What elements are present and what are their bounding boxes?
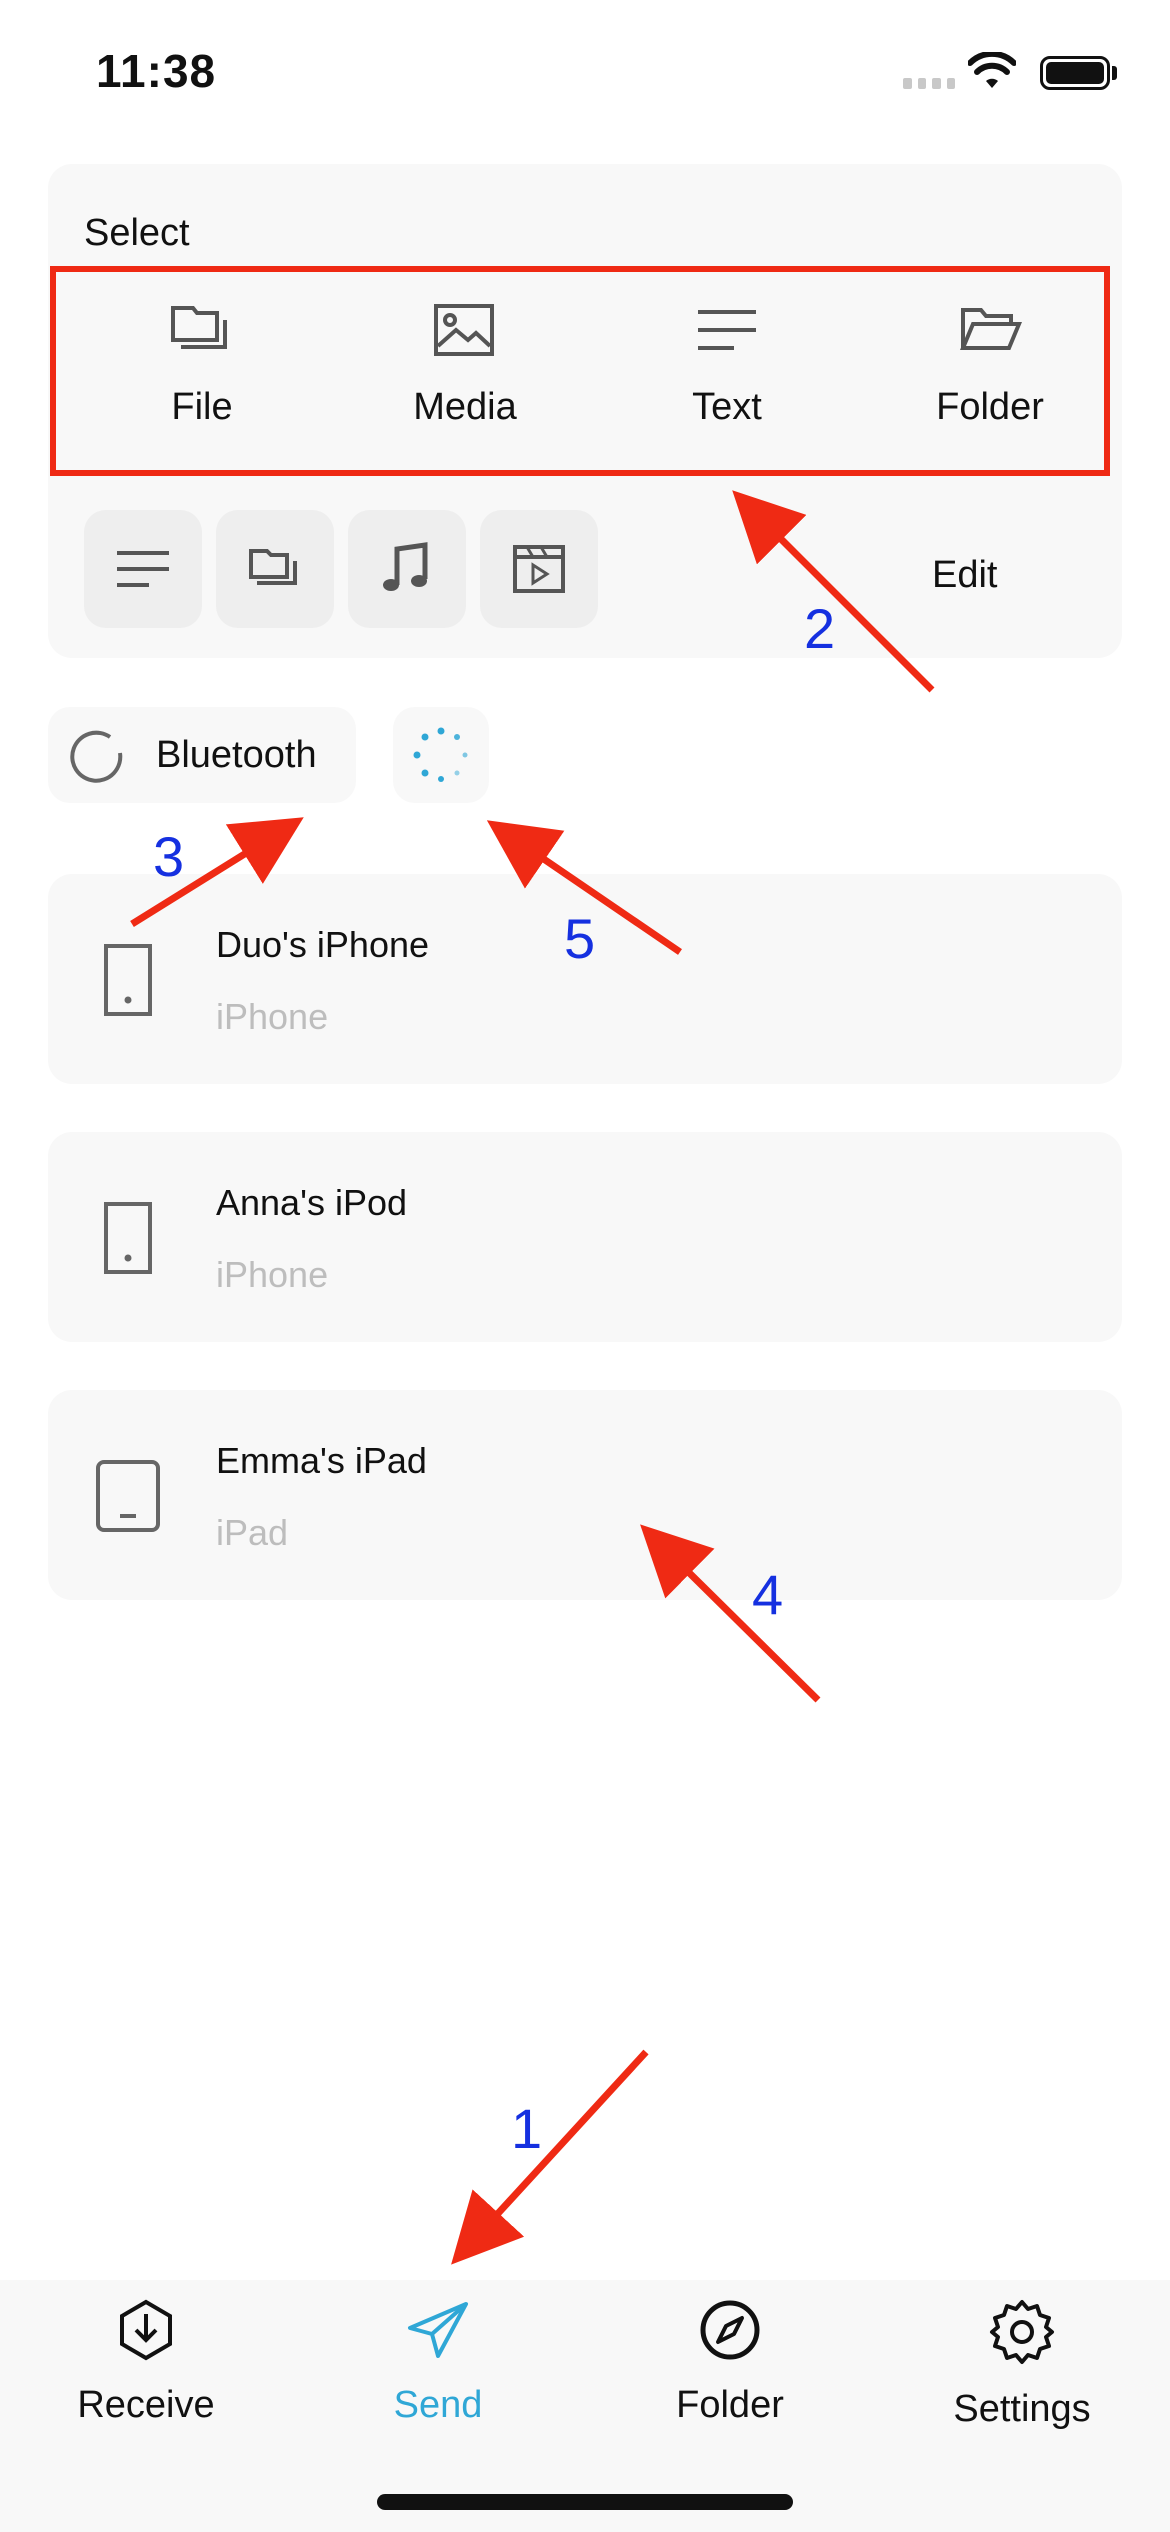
annotation-number-2: 2 xyxy=(804,597,836,660)
compass-icon xyxy=(700,2300,760,2360)
tab-send-label: Send xyxy=(393,2384,483,2426)
home-indicator xyxy=(377,2494,793,2510)
annotation-arrow-4 xyxy=(640,1524,821,1703)
annotation-arrow-1 xyxy=(451,2049,649,2265)
annotation-number-1: 1 xyxy=(511,2097,543,2160)
receive-icon xyxy=(120,2299,172,2361)
tab-receive[interactable]: Receive xyxy=(21,2298,271,2427)
annotation-arrows xyxy=(130,490,935,2265)
tab-receive-label: Receive xyxy=(77,2384,215,2426)
annotation-number-3: 3 xyxy=(153,825,185,888)
gear-icon xyxy=(990,2300,1054,2364)
annotation-number-4: 4 xyxy=(752,1563,784,1626)
tab-folder[interactable]: Folder xyxy=(605,2298,855,2427)
annotation-number-5: 5 xyxy=(564,907,596,970)
annotation-arrow-2 xyxy=(732,490,935,693)
send-icon xyxy=(408,2302,468,2358)
tab-send[interactable]: Send xyxy=(313,2298,563,2427)
tab-settings[interactable]: Settings xyxy=(897,2298,1147,2431)
tab-settings-label: Settings xyxy=(953,2388,1091,2430)
tab-folder-label: Folder xyxy=(676,2384,784,2426)
